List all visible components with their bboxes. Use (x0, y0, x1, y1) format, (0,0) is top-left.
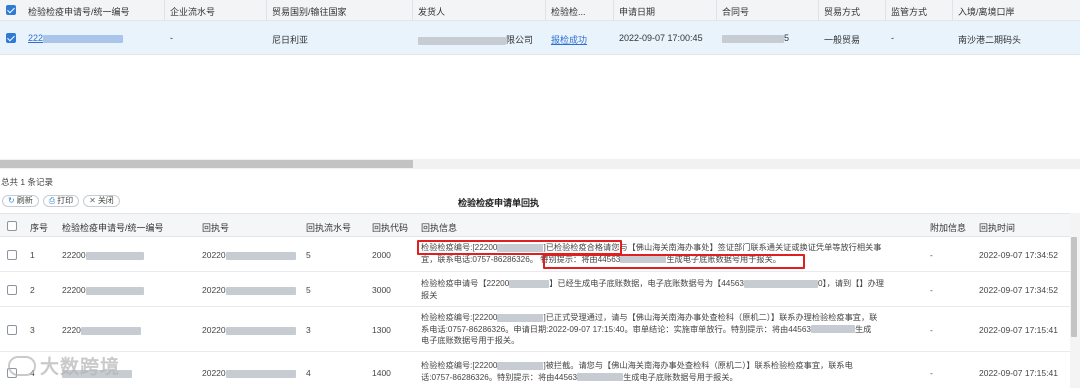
receipt-serial: 5 (306, 285, 311, 295)
print-button[interactable]: ⎙ 打印 (42, 195, 80, 207)
port: 南沙港二期码头 (958, 35, 1022, 45)
seq: 2 (30, 285, 35, 295)
contract-no: 5 (722, 33, 789, 43)
col-consignor[interactable]: 发货人 (418, 5, 445, 18)
col-receipt-apply-no[interactable]: 检验检疫申请号/统一编号 (62, 221, 164, 234)
row-checkbox[interactable] (7, 285, 17, 295)
col-inspection-status[interactable]: 检验检... (551, 5, 586, 18)
trade-mode: 一般贸易 (824, 35, 861, 45)
extra-info: - (930, 285, 933, 295)
col-receipt-info[interactable]: 回执信息 (421, 221, 457, 234)
col-receipt-serial[interactable]: 回执流水号 (306, 221, 351, 234)
receipt-serial: 4 (306, 368, 311, 378)
receipt-serial: 5 (306, 250, 311, 260)
col-receipt-code[interactable]: 回执代码 (372, 221, 408, 234)
highlight-box-qualified (417, 240, 622, 255)
receipt-code: 1400 (372, 368, 391, 378)
row-checkbox[interactable] (6, 33, 16, 43)
print-icon: ⎙ (48, 196, 56, 205)
declaration-table: 检验检疫申请号/统一编号 企业流水号 贸易国别/输往国家 发货人 检验检... … (0, 0, 1080, 55)
watermark: 大数跨境 (8, 352, 120, 379)
receipt-code: 2000 (372, 250, 391, 260)
receipt-time: 2022-09-07 17:15:41 (979, 325, 1058, 335)
row-checkbox[interactable] (7, 325, 17, 335)
receipt-row[interactable]: 3 2220 20220 3 1300 检验检疫编号:[22200]已正式受理通… (0, 307, 1070, 352)
receipt-info: 检验检疫申请号【22200 】已经生成电子底账数据，电子底账数据号为【44563 0… (421, 279, 884, 300)
receipt-info: 检验检疫编号:[22200]被拦截。请您与【佛山海关南海办事处查检科（原机二）】… (421, 361, 853, 382)
seq: 1 (30, 250, 35, 260)
col-apply-no[interactable]: 检验检疫申请号/统一编号 (28, 5, 130, 18)
watermark-logo-icon (8, 355, 36, 376)
col-enterprise-serial[interactable]: 企业流水号 (170, 5, 215, 18)
receipt-code: 3000 (372, 285, 391, 295)
col-apply-date[interactable]: 申请日期 (619, 5, 655, 18)
col-extra-info[interactable]: 附加信息 (930, 221, 966, 234)
vertical-scroll-thumb[interactable] (1071, 237, 1077, 337)
receipt-time: 2022-09-07 17:34:52 (979, 285, 1058, 295)
receipt-row[interactable]: 2 22200 20220 5 3000 检验检疫申请号【22200 】已经生成电… (0, 272, 1070, 307)
extra-info: - (930, 368, 933, 378)
receipt-time: 2022-09-07 17:34:52 (979, 250, 1058, 260)
col-receipt-no[interactable]: 回执号 (202, 221, 229, 234)
col-contract-no[interactable]: 合同号 (722, 5, 749, 18)
col-port[interactable]: 入境/离境口岸 (958, 5, 1015, 18)
highlight-box-special-note (543, 254, 805, 269)
receipt-time: 2022-09-07 17:15:41 (979, 368, 1058, 378)
col-seq[interactable]: 序号 (30, 221, 48, 234)
receipt-apply-no: 2220 (62, 325, 141, 335)
receipt-apply-no: 22200 (62, 250, 144, 260)
receipt-code: 1300 (372, 325, 391, 335)
receipt-select-all-checkbox[interactable] (7, 221, 17, 231)
supervise-mode: - (891, 33, 894, 43)
inspection-status-link[interactable]: 报检成功 (551, 33, 587, 46)
extra-info: - (930, 250, 933, 260)
select-all-checkbox[interactable] (6, 5, 16, 15)
receipt-table-header: 序号 检验检疫申请号/统一编号 回执号 回执流水号 回执代码 回执信息 附加信息… (0, 213, 1080, 237)
declaration-row[interactable]: 222 - 尼日利亚 限公司 报检成功 2022-09-07 17:00:45 … (0, 21, 1080, 55)
close-icon: ✕ (89, 196, 96, 205)
seq: 3 (30, 325, 35, 335)
extra-info: - (930, 325, 933, 335)
refresh-button[interactable]: ↻ 刷新 (2, 195, 39, 207)
receipt-no: 20220 (202, 250, 296, 260)
horizontal-scroll-thumb[interactable] (0, 160, 413, 168)
col-trade-mode[interactable]: 贸易方式 (824, 5, 860, 18)
receipt-no: 20220 (202, 368, 296, 378)
col-supervise-mode[interactable]: 监管方式 (891, 5, 927, 18)
col-receipt-time[interactable]: 回执时间 (979, 221, 1015, 234)
refresh-icon: ↻ (8, 196, 15, 205)
col-country[interactable]: 贸易国别/输往国家 (272, 5, 347, 18)
receipt-info: 检验检疫编号:[22200]已正式受理通过，请与【佛山海关南海办事处查检科（原机… (421, 313, 878, 345)
receipt-toolbar: ↻ 刷新 ⎙ 打印 ✕ 关闭 (2, 195, 120, 207)
consignor: 限公司 (418, 33, 533, 46)
country: 尼日利亚 (272, 35, 309, 45)
apply-date: 2022-09-07 17:00:45 (619, 33, 703, 43)
receipt-serial: 3 (306, 325, 311, 335)
enterprise-serial: - (170, 33, 173, 43)
close-button[interactable]: ✕ 关闭 (83, 195, 120, 207)
receipt-apply-no: 22200 (62, 285, 144, 295)
total-records: 总共 1 条记录 (1, 177, 53, 187)
receipt-row[interactable]: 4 20220 4 1400 检验检疫编号:[22200]被拦截。请您与【佛山海… (0, 352, 1070, 388)
row-checkbox[interactable] (7, 250, 17, 260)
receipt-no: 20220 (202, 285, 296, 295)
apply-no-link[interactable]: 222 (28, 33, 124, 43)
declaration-table-header: 检验检疫申请号/统一编号 企业流水号 贸易国别/输往国家 发货人 检验检... … (0, 0, 1080, 21)
receipt-no: 20220 (202, 325, 296, 335)
section-title: 检验检疫申请单回执 (458, 198, 540, 208)
